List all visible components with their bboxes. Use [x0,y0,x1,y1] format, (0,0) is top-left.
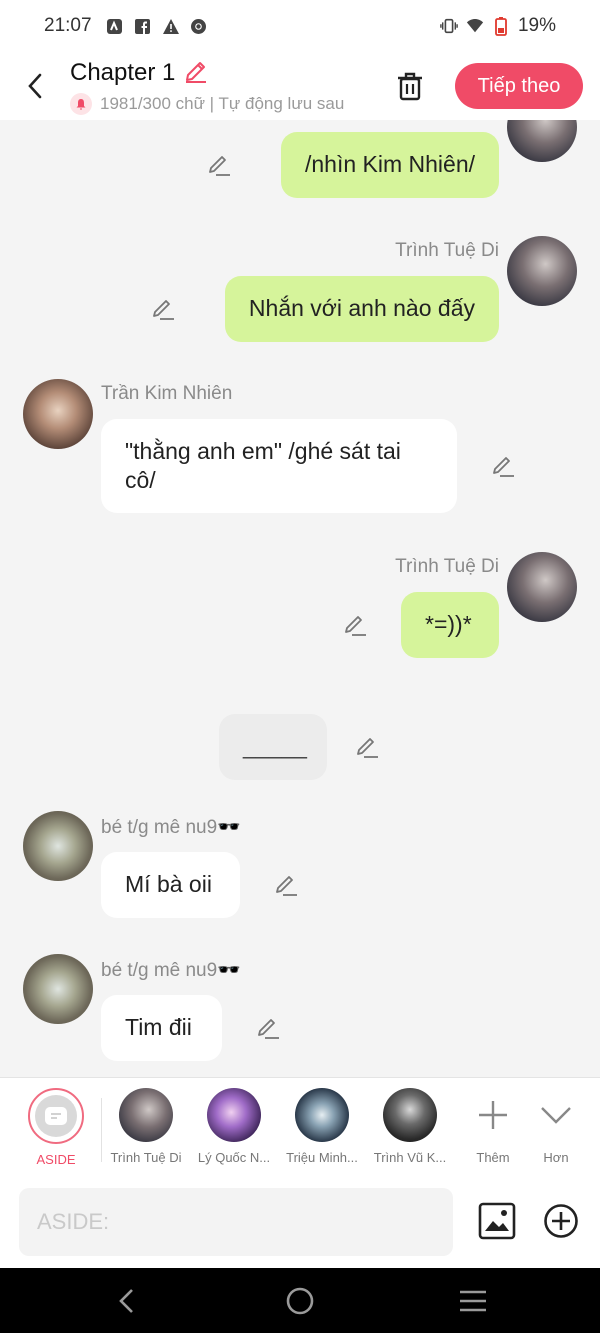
character-item[interactable]: Lý Quốc N... [190,1088,278,1165]
status-time: 21:07 [44,15,92,36]
sender-name: Trần Kim Nhiên [101,383,233,404]
sender-name: Trình Tuệ Di [395,556,499,577]
character-item[interactable]: Trình Vũ K... [366,1088,454,1165]
next-button[interactable]: Tiếp theo [455,63,583,109]
bell-icon [70,92,92,115]
avatar[interactable] [23,379,93,449]
warning-icon [162,17,180,35]
edit-message-icon[interactable] [255,1015,281,1041]
title-area: Chapter 1 1981/300 chữ | Tự động lưu sau [70,58,385,115]
avatar [295,1088,349,1142]
status-right: 19% [440,15,556,37]
battery-level: 19% [517,15,556,36]
edit-message-icon[interactable] [150,296,176,322]
trash-icon [398,72,422,101]
nav-back-icon [119,1289,133,1313]
message-bubble[interactable]: *=))* [401,592,499,658]
delete-button[interactable] [385,61,435,111]
nav-home-icon [286,1287,314,1315]
chevron-down-icon [541,1107,571,1124]
sender-name: bé t/g mê nu9🕶️ [101,817,241,838]
message-input[interactable] [19,1188,453,1256]
image-icon[interactable] [478,1202,516,1240]
edit-title-icon[interactable] [183,58,209,89]
message-bubble[interactable]: Nhắn với anh nào đấy [224,276,499,342]
avatar[interactable] [23,811,93,881]
battery-icon [492,17,510,36]
edit-message-icon[interactable] [354,734,380,760]
back-button[interactable] [0,52,70,120]
vibrate-icon [440,17,458,35]
avatar [207,1088,261,1142]
editor-header: Chapter 1 1981/300 chữ | Tự động lưu sau… [0,52,600,120]
avatar [383,1088,437,1142]
sender-name: bé t/g mê nu9🕶️ [101,960,241,981]
plus-icon [479,1101,507,1129]
message-bubble[interactable]: Mí bà oii [101,852,240,918]
edit-message-icon[interactable] [273,872,299,898]
facebook-icon [134,17,152,35]
status-bar: 21:07 19% [0,0,600,52]
chat-area[interactable]: /nhìn Kim Nhiên/ Trình Tuệ Di Nhắn với a… [0,120,600,1076]
character-label: ASIDE [36,1152,76,1167]
chat-bubble-icon [45,1107,67,1125]
character-label: Trình Tuệ Di [110,1150,182,1165]
character-item[interactable]: Triệu Minh... [278,1088,366,1165]
avatar[interactable] [23,954,93,1024]
edit-message-icon[interactable] [206,152,232,178]
wifi-icon [466,17,484,35]
chrome-icon [190,17,208,35]
word-count-status: 1981/300 chữ | Tự động lưu sau [100,93,345,113]
chapter-title: Chapter 1 [70,59,176,86]
more-characters-button[interactable]: Hơn [512,1088,600,1165]
edit-message-icon[interactable] [490,453,516,479]
narration-bubble[interactable]: _____ [219,714,327,780]
nav-menu-icon [460,1290,486,1312]
message-bubble[interactable]: /nhìn Kim Nhiên/ [280,132,499,198]
character-aside[interactable]: ASIDE [12,1088,100,1167]
nav-recents-button[interactable] [456,1284,490,1318]
character-label: Lý Quốc N... [197,1150,271,1165]
edit-message-icon[interactable] [342,612,368,638]
system-navigation-bar [0,1268,600,1333]
avatar [119,1088,173,1142]
compose-bar [0,1178,600,1268]
character-label: Trình Vũ K... [373,1150,447,1165]
avatar[interactable] [507,552,577,622]
sender-name: Trình Tuệ Di [395,240,499,261]
add-circle-icon[interactable] [543,1203,579,1239]
character-label: Hơn [543,1150,569,1165]
chevron-left-icon [28,73,42,99]
nav-back-button[interactable] [110,1284,144,1318]
character-item[interactable]: Trình Tuệ Di [102,1088,190,1165]
avatar[interactable] [507,236,577,306]
message-bubble[interactable]: Tim đii [101,995,222,1061]
status-icons [106,17,208,35]
nav-home-button[interactable] [283,1284,317,1318]
message-bubble[interactable]: "thằng anh em" /ghé sát tai cô/ [101,419,457,513]
character-bar: ASIDE Trình Tuệ Di Lý Quốc N... Triệu Mi… [0,1077,600,1178]
notification-icon [106,17,124,35]
avatar[interactable] [507,120,577,162]
character-label: Triệu Minh... [286,1150,358,1165]
